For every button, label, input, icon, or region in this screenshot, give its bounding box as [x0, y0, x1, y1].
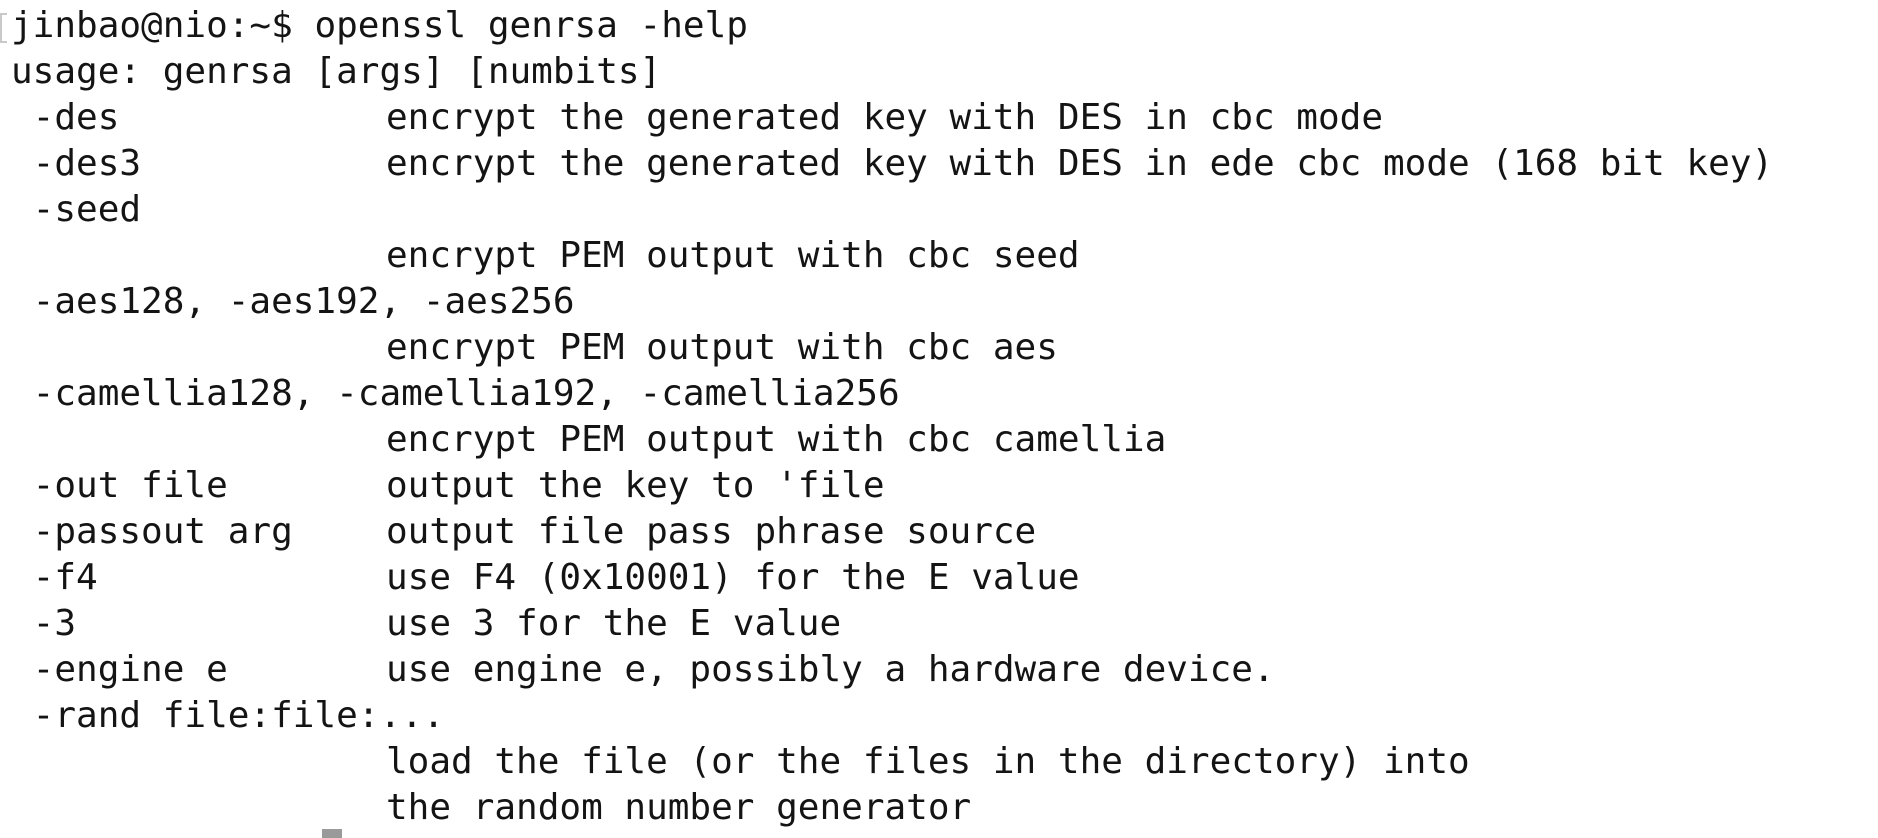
option-description: output the key to 'file: [386, 465, 885, 506]
option-flag: -f4: [11, 557, 98, 598]
option-description: encrypt PEM output with cbc seed: [386, 235, 1080, 276]
option-description: the random number generator: [386, 787, 972, 828]
option-description: use 3 for the E value: [386, 603, 842, 644]
option-flag: -engine e: [11, 649, 228, 690]
option-line: load the file (or the files in the direc…: [11, 739, 1470, 785]
option-line: encrypt PEM output with cbc seed: [11, 233, 1080, 279]
usage-line: usage: genrsa [args] [numbits]: [11, 51, 662, 92]
option-line: -rand file:file:...: [11, 693, 445, 739]
option-line: -engine e use engine e, possibly a hardwa…: [11, 647, 1275, 693]
option-flag: -seed: [11, 189, 142, 230]
option-line: -des3 encrypt the generated key with DES …: [11, 141, 1773, 187]
option-line: -passout arg output file pass phrase sour…: [11, 509, 1037, 555]
terminal-window[interactable]: jinbao@nio:~$ openssl genrsa -help usage…: [0, 0, 1878, 838]
shell-prompt: jinbao@nio:~$: [11, 5, 293, 46]
command-line: jinbao@nio:~$ openssl genrsa -help: [11, 3, 748, 49]
option-line: -out file output the key to 'file: [11, 463, 885, 509]
option-description: output file pass phrase source: [386, 511, 1037, 552]
option-description: encrypt the generated key with DES in cb…: [386, 97, 1383, 138]
option-description: encrypt the generated key with DES in ed…: [386, 143, 1774, 184]
option-line: -aes128, -aes192, -aes256: [11, 279, 575, 325]
option-flag: -out file: [11, 465, 228, 506]
option-description: use engine e, possibly a hardware device…: [386, 649, 1275, 690]
option-description: use F4 (0x10001) for the E value: [386, 557, 1080, 598]
option-line: -des encrypt the generated key with DES i…: [11, 95, 1383, 141]
option-description: encrypt PEM output with cbc aes: [386, 327, 1058, 368]
selection-bracket-mark: [0, 13, 7, 43]
option-line: -seed: [11, 187, 386, 233]
option-line: the random number generator: [11, 785, 971, 831]
option-description: encrypt PEM output with cbc camellia: [386, 419, 1167, 460]
option-flag: -des3: [11, 143, 142, 184]
option-line: encrypt PEM output with cbc aes: [11, 325, 1058, 371]
command-text: openssl genrsa -help: [314, 5, 748, 46]
option-description: load the file (or the files in the direc…: [386, 741, 1470, 782]
option-line: encrypt PEM output with cbc camellia: [11, 417, 1166, 463]
terminal-cursor: [322, 829, 342, 838]
option-flag: -3: [11, 603, 77, 644]
option-line: -3 use 3 for the E value: [11, 601, 841, 647]
option-line: -camellia128, -camellia192, -camellia256: [11, 371, 900, 417]
option-flag: -rand file:file:...: [11, 695, 445, 736]
option-flag: -passout arg: [11, 511, 293, 552]
option-flag: -des: [11, 97, 120, 138]
option-flag: -camellia128, -camellia192, -camellia256: [11, 373, 900, 414]
option-line: -f4 use F4 (0x10001) for the E value: [11, 555, 1080, 601]
option-flag: -aes128, -aes192, -aes256: [11, 281, 575, 322]
